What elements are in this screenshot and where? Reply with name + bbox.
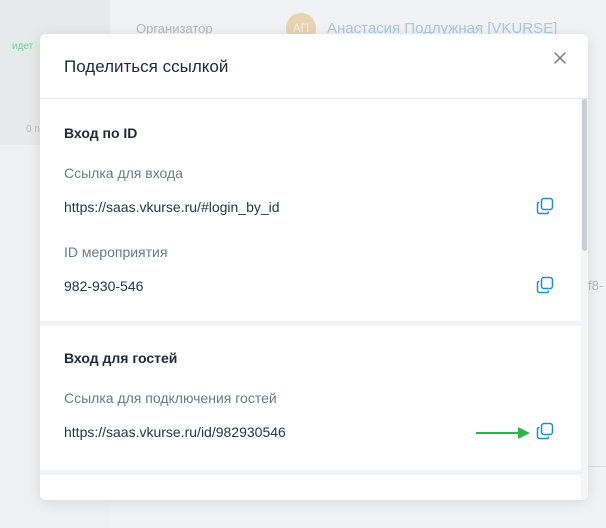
background-id-snippet: f8- <box>588 278 604 293</box>
login-link-label: Ссылка для входа <box>64 165 183 181</box>
event-id-value: 982-930-546 <box>64 278 144 294</box>
modal-header: Поделиться ссылкой <box>40 34 588 99</box>
copy-icon[interactable] <box>536 276 554 294</box>
section-guest-login: Вход для гостей Ссылка для подключения г… <box>40 326 581 470</box>
section-next <box>40 475 581 500</box>
modal-title: Поделиться ссылкой <box>64 57 229 76</box>
count-text: 0 п <box>26 124 40 135</box>
guest-link-label: Ссылка для подключения гостей <box>64 390 277 406</box>
annotation-arrow-icon <box>476 427 530 439</box>
guest-link-value: https://saas.vkurse.ru/id/982930546 <box>64 424 286 440</box>
section-login-by-id: Вход по ID Ссылка для входа https://saas… <box>40 99 581 321</box>
section-title: Вход для гостей <box>64 350 178 366</box>
close-icon[interactable] <box>552 50 568 66</box>
login-link-value: https://saas.vkurse.ru/#login_by_id <box>64 199 280 215</box>
modal-scrollbar[interactable] <box>581 99 588 500</box>
copy-icon[interactable] <box>536 197 554 215</box>
section-title: Вход по ID <box>64 125 138 141</box>
copy-icon[interactable] <box>536 422 554 440</box>
scrollbar-thumb[interactable] <box>582 99 587 251</box>
status-badge: идет <box>8 40 38 53</box>
event-id-label: ID мероприятия <box>64 244 168 260</box>
